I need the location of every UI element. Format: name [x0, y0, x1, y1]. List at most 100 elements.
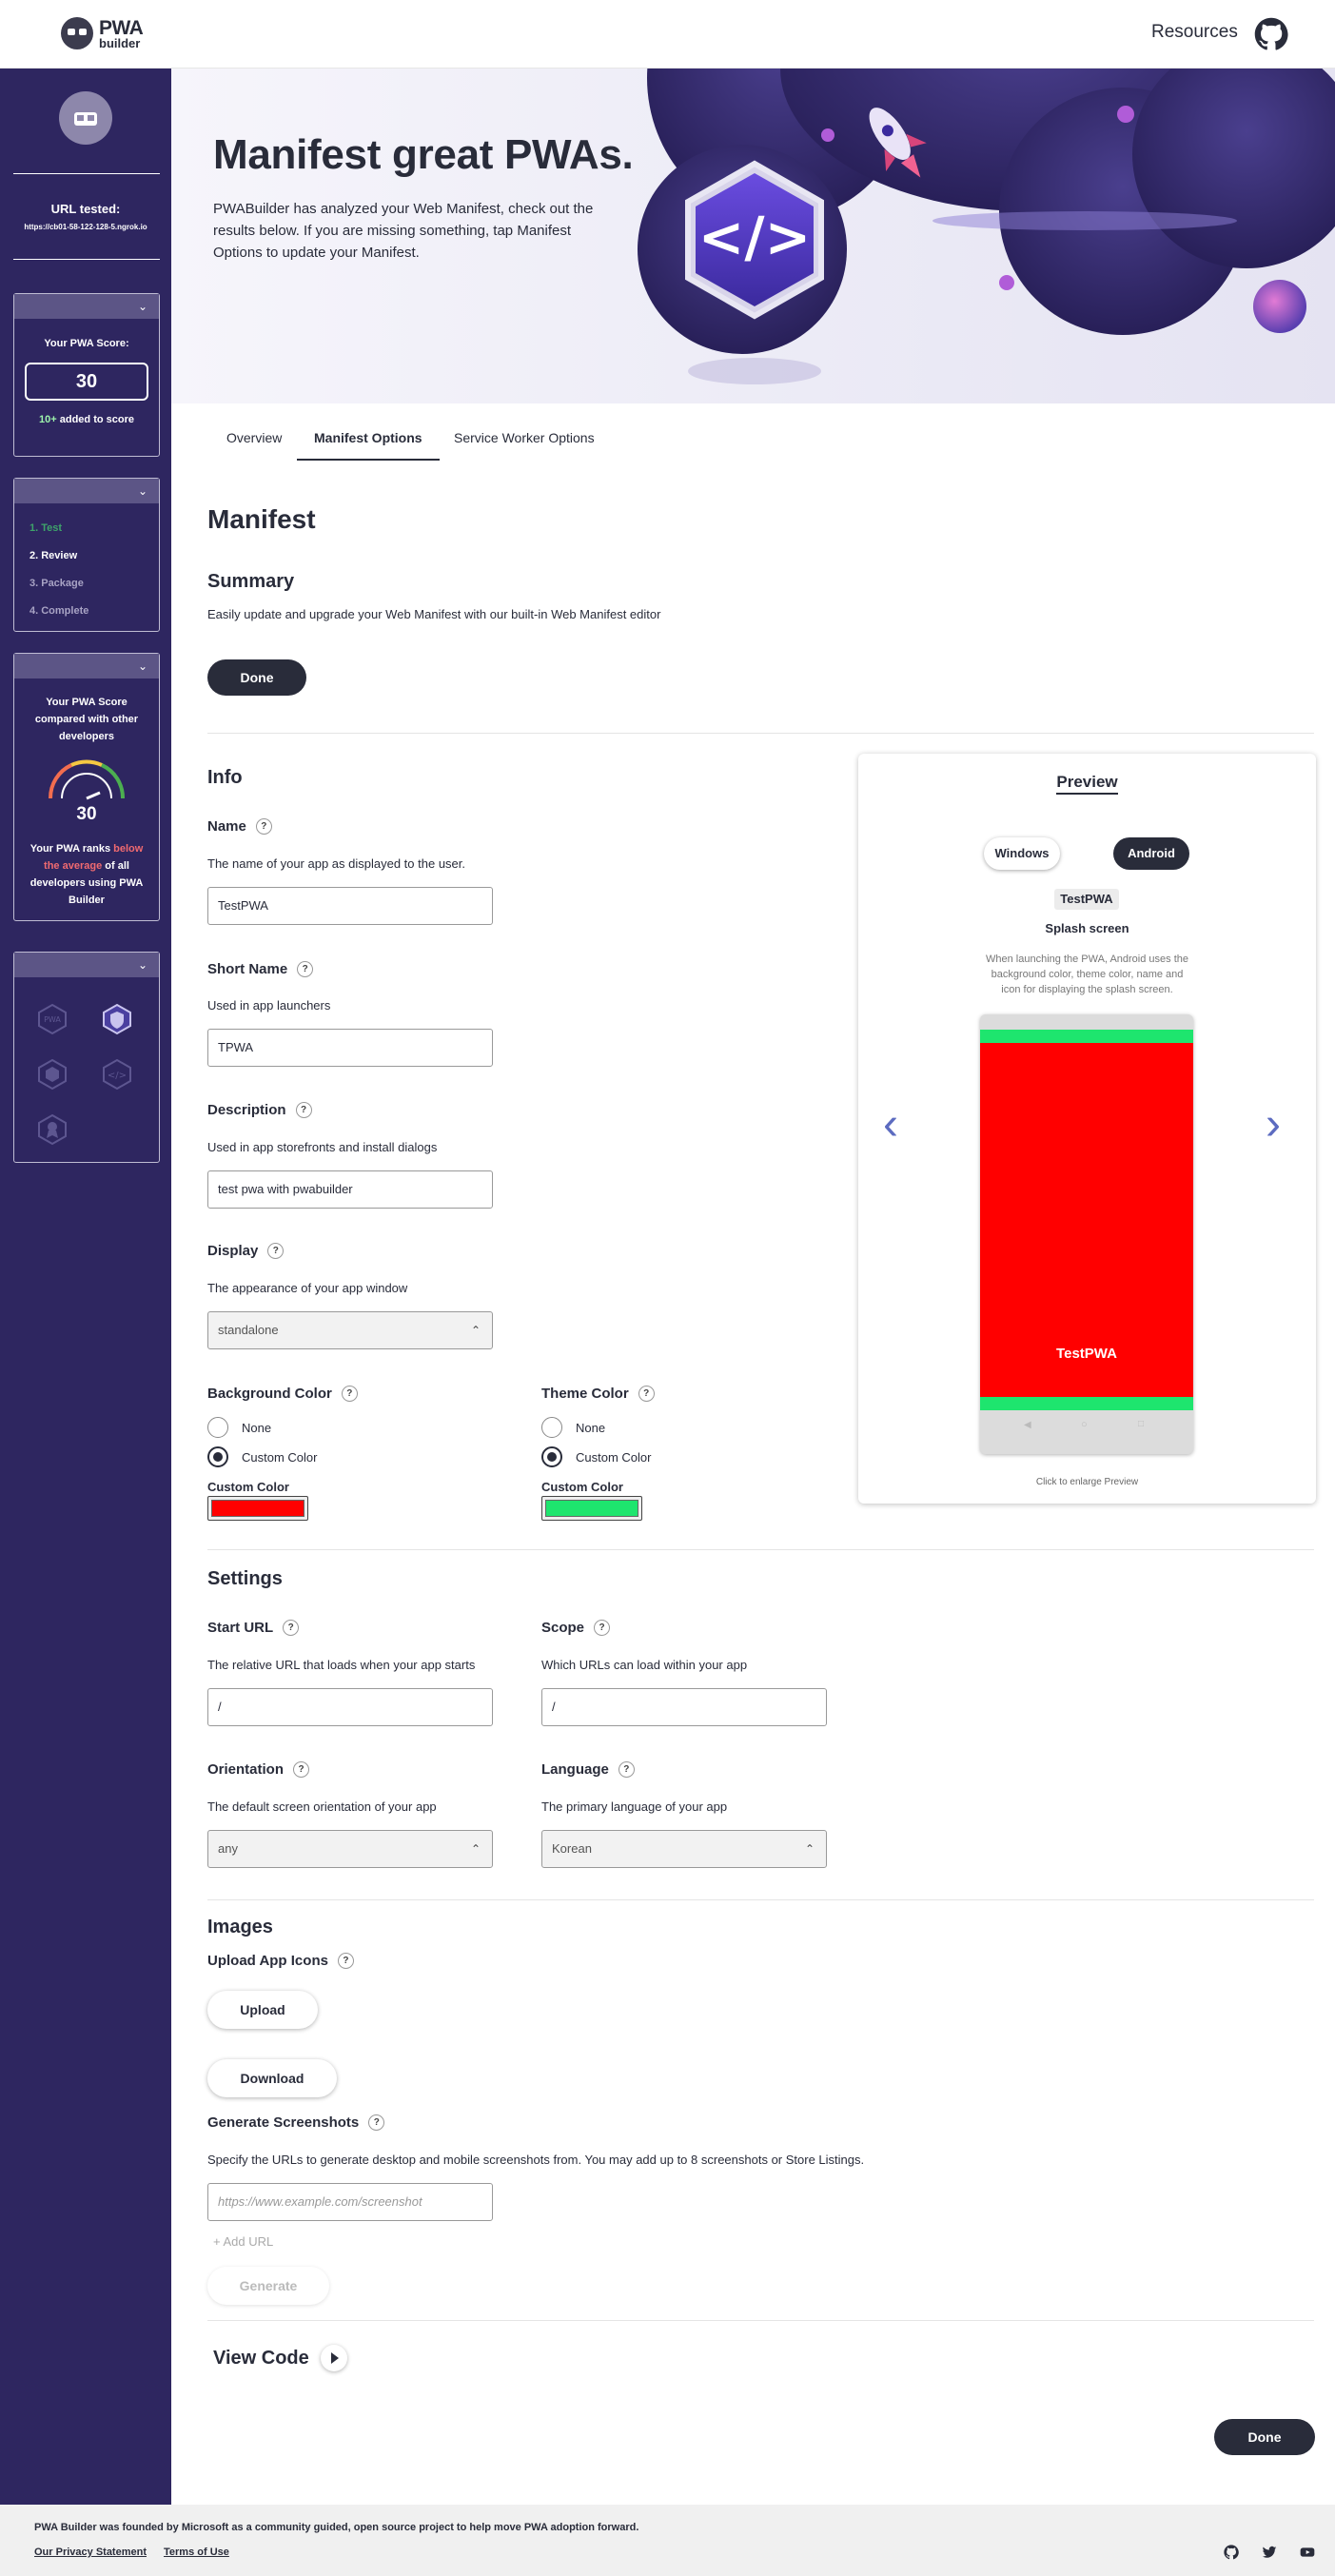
- pwabuilder-logo[interactable]: PWA builder: [61, 16, 144, 50]
- privacy-link[interactable]: Our Privacy Statement: [34, 2547, 147, 2558]
- progress-card-toggle[interactable]: ⌄: [14, 479, 159, 503]
- score-gauge-icon: [48, 759, 126, 800]
- theme-custom-radio[interactable]: Custom Color: [541, 1446, 651, 1467]
- windows-preview-button[interactable]: Windows: [984, 837, 1060, 870]
- back-nav-icon: ◀: [1024, 1420, 1031, 1430]
- chevron-left-icon[interactable]: ‹: [883, 1098, 898, 1150]
- language-select[interactable]: Korean ⌃: [541, 1830, 827, 1868]
- section-divider: [207, 1899, 1314, 1900]
- help-icon[interactable]: ?: [283, 1620, 300, 1636]
- score-card-toggle[interactable]: ⌄: [14, 294, 159, 319]
- section-divider: [207, 1549, 1314, 1550]
- manifest-title: Manifest: [207, 504, 316, 534]
- svg-text:</>: </>: [698, 205, 811, 269]
- terms-link[interactable]: Terms of Use: [164, 2547, 229, 2558]
- scope-label: Scope?: [541, 1620, 611, 1636]
- home-nav-icon: ○: [1081, 1419, 1088, 1430]
- display-select[interactable]: standalone ⌃: [207, 1311, 493, 1349]
- screenshot-url-input[interactable]: https://www.example.com/screenshot: [207, 2183, 493, 2221]
- badges-card-toggle[interactable]: ⌄: [14, 953, 159, 977]
- help-icon[interactable]: ?: [297, 961, 314, 977]
- compare-title: Your PWA Score compared with other devel…: [34, 697, 139, 742]
- download-button[interactable]: Download: [207, 2059, 337, 2097]
- generate-screenshots-label: Generate Screenshots?: [207, 2114, 385, 2131]
- help-icon[interactable]: ?: [267, 1243, 285, 1259]
- logo-text-pwa: PWA: [99, 16, 144, 39]
- start-url-input[interactable]: /: [207, 1688, 493, 1726]
- add-url-button[interactable]: + Add URL: [213, 2234, 273, 2249]
- help-icon[interactable]: ?: [337, 1953, 354, 1969]
- sidebar-divider: [13, 173, 160, 174]
- bg-none-radio[interactable]: None: [207, 1417, 271, 1438]
- github-icon[interactable]: [1254, 17, 1288, 51]
- name-description: The name of your app as displayed to the…: [207, 856, 466, 871]
- tab-service-worker-options[interactable]: Service Worker Options: [454, 419, 595, 461]
- play-icon[interactable]: [320, 2345, 347, 2371]
- hero-title: Manifest great PWAs.: [213, 131, 634, 178]
- upload-button[interactable]: Upload: [207, 1991, 318, 2029]
- scope-input[interactable]: /: [541, 1688, 827, 1726]
- theme-color-picker[interactable]: [541, 1496, 642, 1521]
- generate-button[interactable]: Generate: [207, 2267, 329, 2305]
- help-icon[interactable]: ?: [295, 1102, 312, 1118]
- orientation-select[interactable]: any ⌃: [207, 1830, 493, 1868]
- code-badge-icon: </>: [103, 1058, 131, 1091]
- resources-link[interactable]: Resources: [1151, 22, 1238, 43]
- bg-custom-color-label: Custom Color: [207, 1480, 289, 1494]
- chevron-down-icon: ⌄: [137, 659, 147, 673]
- youtube-icon[interactable]: [1300, 2545, 1315, 2560]
- done-bottom-button[interactable]: Done: [1214, 2419, 1315, 2455]
- step-review: 2. Review: [29, 550, 78, 561]
- theme-color-label: Theme Color?: [541, 1386, 655, 1402]
- display-description: The appearance of your app window: [207, 1281, 408, 1295]
- short-name-input[interactable]: TPWA: [207, 1029, 493, 1067]
- android-preview-button[interactable]: Android: [1113, 837, 1189, 870]
- twitter-icon[interactable]: [1262, 2545, 1277, 2560]
- logo-text-builder: builder: [99, 35, 141, 50]
- sidebar: URL tested: https://cb01-58-122-128-5.ng…: [0, 69, 171, 2505]
- preview-app-name: TestPWA: [1054, 889, 1119, 910]
- done-button[interactable]: Done: [207, 659, 306, 696]
- section-divider: [207, 733, 1314, 734]
- preview-panel[interactable]: Preview Windows Android TestPWA Splash s…: [858, 754, 1316, 1504]
- tab-overview[interactable]: Overview: [226, 419, 282, 461]
- step-complete: 4. Complete: [29, 605, 89, 617]
- award-badge-icon: [38, 1113, 67, 1146]
- upload-icons-label: Upload App Icons?: [207, 1953, 354, 1969]
- enlarge-preview-hint: Click to enlarge Preview: [1035, 1477, 1139, 1487]
- generate-screenshots-description: Specify the URLs to generate desktop and…: [207, 2153, 865, 2167]
- help-icon[interactable]: ?: [341, 1386, 358, 1402]
- help-icon[interactable]: ?: [594, 1620, 611, 1636]
- compare-card: ⌄ Your PWA Score compared with other dev…: [13, 653, 160, 921]
- theme-none-radio[interactable]: None: [541, 1417, 605, 1438]
- help-icon[interactable]: ?: [618, 1761, 635, 1778]
- description-description: Used in app storefronts and install dial…: [207, 1140, 438, 1154]
- description-label: Description?: [207, 1102, 312, 1118]
- top-header: PWA builder Resources: [0, 0, 1335, 69]
- url-tested-value: https://cb01-58-122-128-5.ngrok.io: [24, 223, 147, 231]
- chevron-right-icon[interactable]: ›: [1266, 1098, 1281, 1150]
- start-url-description: The relative URL that loads when your ap…: [207, 1658, 476, 1672]
- splash-screen-title: Splash screen: [1045, 921, 1129, 935]
- chevron-up-icon: ⌃: [470, 1842, 481, 1856]
- help-icon[interactable]: ?: [255, 818, 272, 835]
- help-icon[interactable]: ?: [293, 1761, 310, 1778]
- score-value: 30: [25, 363, 148, 401]
- view-code-toggle[interactable]: View Code: [213, 2345, 347, 2371]
- section-divider: [207, 2320, 1314, 2321]
- name-input[interactable]: TestPWA: [207, 887, 493, 925]
- chevron-down-icon: ⌄: [137, 958, 147, 972]
- start-url-label: Start URL?: [207, 1620, 300, 1636]
- help-icon[interactable]: ?: [638, 1386, 655, 1402]
- phone-splash-preview: TestPWA ◀ ○ □: [980, 1014, 1193, 1454]
- progress-card: ⌄ 1. Test 2. Review 3. Package 4. Comple…: [13, 478, 160, 632]
- description-input[interactable]: test pwa with pwabuilder: [207, 1170, 493, 1209]
- bg-custom-radio[interactable]: Custom Color: [207, 1446, 317, 1467]
- compare-card-toggle[interactable]: ⌄: [14, 654, 159, 678]
- github-icon[interactable]: [1224, 2545, 1239, 2560]
- bg-color-picker[interactable]: [207, 1496, 308, 1521]
- summary-description: Easily update and upgrade your Web Manif…: [207, 607, 661, 621]
- help-icon[interactable]: ?: [368, 2114, 385, 2131]
- info-title: Info: [207, 767, 243, 788]
- tab-manifest-options[interactable]: Manifest Options: [297, 419, 440, 461]
